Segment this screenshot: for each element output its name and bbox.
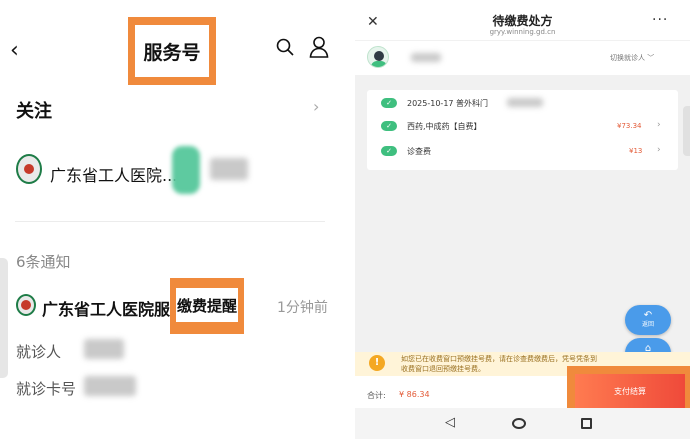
chevron-down-icon: ﹀ (647, 54, 655, 62)
payment-reminder-keyword: 缴费提醒 (176, 288, 238, 322)
pay-button[interactable]: 支付结算 (575, 374, 685, 408)
item-price: ¥73.34 (617, 122, 642, 130)
back-chevron-icon[interactable]: ‹ (10, 38, 19, 63)
item-price: ¥13 (629, 147, 643, 155)
pending-payment-screen: ✕ 待缴费处方 gryy.winning.gd.cn ··· 切换就诊人 ﹀ ✓… (355, 0, 690, 439)
back-button[interactable]: ↶ 返回 (625, 305, 671, 335)
nav-back-icon[interactable]: ◁ (445, 415, 455, 430)
more-menu-icon[interactable]: ··· (652, 12, 668, 28)
account-name[interactable]: 广东省工人医院... (50, 162, 177, 186)
keyword-highlight-box: 缴费提醒 (170, 278, 244, 334)
nav-recents-icon[interactable] (581, 418, 592, 429)
return-arrow-icon: ↶ (643, 310, 653, 321)
total-label: 合计: (367, 391, 386, 400)
follow-section-label[interactable]: 关注 (16, 97, 52, 123)
check-icon[interactable]: ✓ (381, 121, 397, 131)
nav-home-icon[interactable] (512, 418, 526, 429)
redacted-block (84, 376, 136, 396)
page-url: gryy.winning.gd.cn (489, 28, 556, 36)
side-rail (683, 106, 690, 156)
redacted-block (507, 98, 543, 107)
redacted-block (84, 339, 124, 359)
item-name[interactable]: 诊查费 (407, 146, 431, 157)
message-time: 1分钟前 (277, 300, 328, 316)
check-icon[interactable]: ✓ (381, 146, 397, 156)
divider (15, 221, 325, 222)
user-icon[interactable] (309, 36, 329, 58)
patient-avatar (367, 46, 389, 68)
top-bar: ✕ 待缴费处方 gryy.winning.gd.cn ··· (355, 0, 690, 40)
total-value: ¥ 86.34 (399, 390, 430, 399)
chevron-right-icon[interactable]: › (657, 145, 661, 155)
card-number-label: 就诊卡号 (16, 380, 77, 398)
page-title: 待缴费处方 (492, 14, 553, 28)
title-highlight-box: 服务号 (128, 17, 216, 85)
warning-icon: ! (369, 355, 385, 371)
hospital-logo-icon (16, 154, 42, 184)
page-title: 服务号 (135, 25, 209, 77)
prescription-card: ✓ 2025-10-17 普外科门 ✓ 西药,中成药【自费】 ¥73.34 › … (367, 90, 678, 170)
chevron-right-icon[interactable]: › (313, 97, 319, 116)
notification-count: 6条通知 (16, 253, 71, 271)
blurred-avatar (172, 146, 200, 194)
check-icon: ✓ (381, 98, 397, 108)
chevron-right-icon[interactable]: › (657, 120, 661, 130)
patient-bar: 切换就诊人 ﹀ (355, 41, 690, 75)
side-rail (0, 258, 8, 378)
redacted-block (411, 53, 441, 62)
item-name[interactable]: 西药,中成药【自费】 (407, 121, 482, 132)
redacted-block (210, 158, 248, 180)
switch-patient-label: 切换就诊人 (610, 54, 645, 62)
visit-info: 2025-10-17 普外科门 (407, 99, 489, 108)
search-icon[interactable] (276, 38, 294, 56)
hospital-logo-icon (16, 294, 36, 316)
switch-patient-button[interactable]: 切换就诊人 ﹀ (610, 53, 654, 63)
patient-label: 就诊人 (16, 343, 62, 361)
wechat-service-account-screen: ‹ 服务号 关注 › 广东省工人医院... 6条通知 广东省工人医院服务号: 缴… (0, 0, 345, 439)
android-nav-bar: ◁ (355, 408, 690, 439)
back-label: 返回 (641, 321, 654, 328)
